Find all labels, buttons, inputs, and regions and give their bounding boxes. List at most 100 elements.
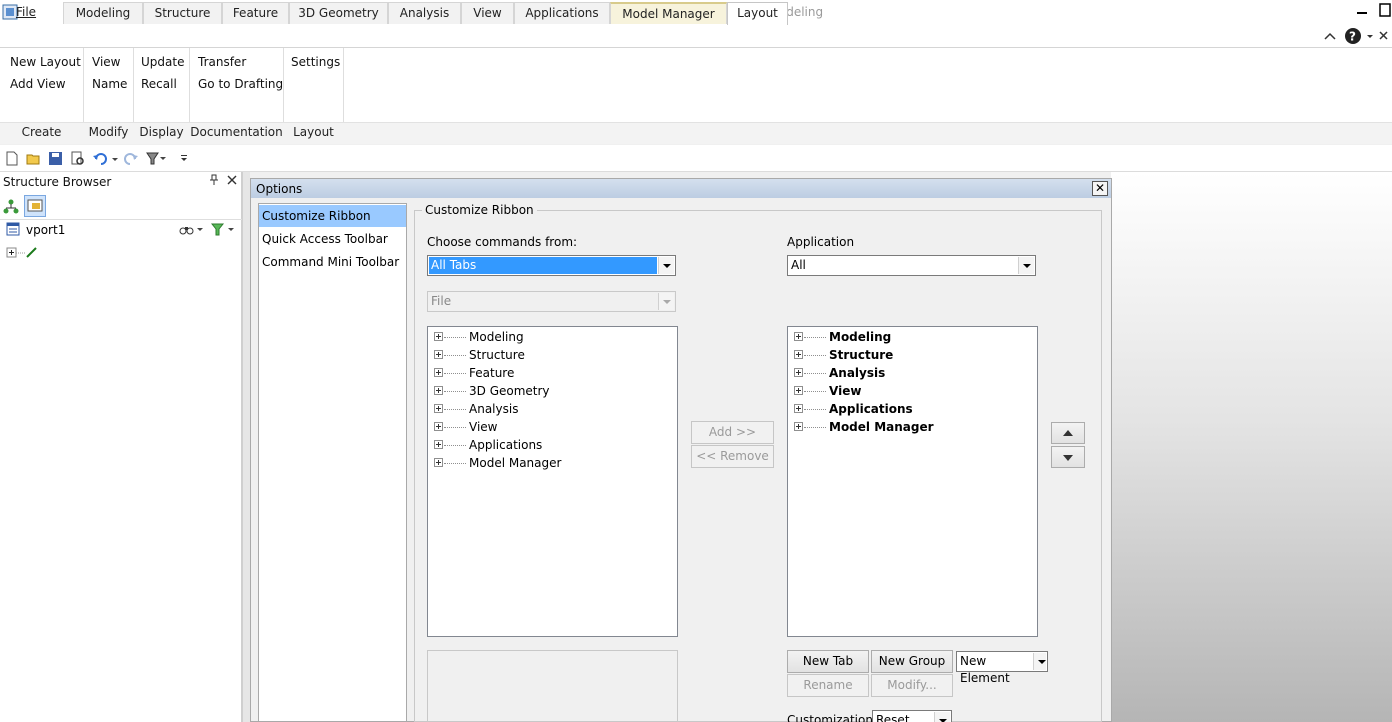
tab-structure[interactable]: Structure bbox=[143, 2, 222, 24]
modify-button[interactable]: Modify... bbox=[871, 674, 953, 697]
print-preview-icon[interactable] bbox=[70, 151, 85, 166]
dialog-close-button[interactable]: ✕ bbox=[1092, 181, 1108, 196]
tab-model-manager[interactable]: Model Manager bbox=[610, 2, 727, 24]
tab-applications[interactable]: Applications bbox=[514, 2, 610, 24]
new-layout-button[interactable]: New Layout bbox=[10, 55, 81, 69]
close-icon[interactable] bbox=[1379, 31, 1388, 40]
new-tab-button[interactable]: New Tab bbox=[787, 650, 869, 673]
new-element-select[interactable]: New Element bbox=[956, 651, 1048, 685]
expand-icon[interactable] bbox=[794, 422, 803, 431]
structure-browser-title: Structure Browser bbox=[3, 175, 112, 189]
expand-icon[interactable] bbox=[794, 404, 803, 413]
remove-button[interactable]: << Remove bbox=[691, 445, 774, 468]
find-icon[interactable] bbox=[178, 223, 206, 236]
tree-item-label: Structure bbox=[469, 348, 525, 362]
tree-item[interactable]: Modeling bbox=[434, 328, 664, 346]
tree-item[interactable]: Model Manager bbox=[794, 418, 1024, 436]
settings-button[interactable]: Settings bbox=[291, 55, 340, 69]
tree-item[interactable]: Structure bbox=[434, 346, 664, 364]
new-file-icon[interactable] bbox=[4, 151, 19, 166]
panel-splitter[interactable] bbox=[242, 172, 250, 722]
update-button[interactable]: Update bbox=[141, 55, 184, 69]
filter-icon[interactable] bbox=[211, 223, 237, 236]
recall-button[interactable]: Recall bbox=[141, 77, 177, 91]
tree-item[interactable]: View bbox=[794, 382, 1024, 400]
undo-icon[interactable] bbox=[92, 151, 107, 166]
tree-item[interactable]: Model Manager bbox=[434, 454, 664, 472]
tree-item[interactable]: Feature bbox=[434, 364, 664, 382]
chevron-down-icon[interactable] bbox=[658, 257, 674, 274]
name-button[interactable]: Name bbox=[92, 77, 127, 91]
new-group-button[interactable]: New Group bbox=[871, 650, 953, 673]
go-to-drafting-button[interactable]: Go to Drafting bbox=[198, 77, 283, 91]
open-folder-icon[interactable] bbox=[26, 151, 41, 166]
tree-view-icon[interactable] bbox=[3, 198, 20, 215]
tab-layout[interactable]: Layout bbox=[727, 2, 788, 25]
undo-dropdown-icon[interactable] bbox=[110, 151, 120, 166]
tree-item[interactable]: View bbox=[434, 418, 664, 436]
tab-filter-select: File bbox=[427, 291, 676, 312]
expand-icon[interactable] bbox=[434, 332, 443, 341]
nav-command-mini-toolbar[interactable]: Command Mini Toolbar bbox=[259, 251, 406, 273]
move-down-button[interactable] bbox=[1051, 446, 1085, 468]
tab-view[interactable]: View bbox=[461, 2, 514, 24]
expand-icon[interactable] bbox=[434, 440, 443, 449]
maximize-icon[interactable] bbox=[1378, 2, 1392, 18]
tree-item[interactable]: Analysis bbox=[794, 364, 1024, 382]
tree-item[interactable]: Analysis bbox=[434, 400, 664, 418]
add-view-button[interactable]: Add View bbox=[10, 77, 66, 91]
tab-file[interactable]: File bbox=[0, 2, 52, 24]
pin-icon[interactable] bbox=[208, 174, 220, 186]
dialog-title-bar[interactable] bbox=[251, 179, 1111, 198]
tree-item[interactable]: Applications bbox=[794, 400, 1024, 418]
tree-item[interactable]: 3D Geometry bbox=[434, 382, 664, 400]
expand-icon[interactable] bbox=[434, 386, 443, 395]
customizations-value: Reset bbox=[876, 713, 910, 722]
view-button[interactable]: View bbox=[92, 55, 120, 69]
tab-filter-value: File bbox=[431, 294, 452, 308]
tree-item[interactable]: Modeling bbox=[794, 328, 1024, 346]
choose-commands-label: Choose commands from: bbox=[427, 235, 578, 249]
expand-icon[interactable] bbox=[794, 368, 803, 377]
tab-analysis[interactable]: Analysis bbox=[388, 2, 461, 24]
tab-feature[interactable]: Feature bbox=[222, 2, 289, 24]
expand-icon[interactable] bbox=[794, 386, 803, 395]
transfer-button[interactable]: Transfer bbox=[198, 55, 246, 69]
expand-icon[interactable] bbox=[434, 404, 443, 413]
nav-customize-ribbon[interactable]: Customize Ribbon bbox=[259, 205, 406, 227]
customizations-select[interactable]: Reset bbox=[872, 710, 952, 722]
expand-icon[interactable] bbox=[434, 422, 443, 431]
minimize-icon[interactable] bbox=[1355, 3, 1371, 17]
tree-root-label[interactable]: vport1 bbox=[26, 223, 65, 237]
chevron-down-icon[interactable] bbox=[1367, 35, 1373, 38]
chevron-down-icon[interactable] bbox=[1018, 257, 1034, 274]
expand-node-icon[interactable] bbox=[6, 246, 40, 260]
tree-item[interactable]: Structure bbox=[794, 346, 1024, 364]
pane-view-icon[interactable] bbox=[24, 195, 46, 217]
close-icon[interactable] bbox=[226, 174, 238, 186]
save-icon[interactable] bbox=[48, 151, 63, 166]
application-select[interactable]: All bbox=[787, 255, 1036, 276]
tab-modeling[interactable]: Modeling bbox=[63, 2, 143, 24]
selection-filter-icon[interactable] bbox=[146, 151, 166, 166]
chevron-down-icon[interactable] bbox=[1033, 653, 1046, 670]
customize-qat-icon[interactable] bbox=[178, 151, 190, 166]
expand-icon[interactable] bbox=[434, 368, 443, 377]
redo-icon[interactable] bbox=[124, 151, 139, 166]
tree-item[interactable]: Applications bbox=[434, 436, 664, 454]
expand-icon[interactable] bbox=[434, 458, 443, 467]
rename-button[interactable]: Rename bbox=[787, 674, 869, 697]
add-button[interactable]: Add >> bbox=[691, 421, 774, 444]
nav-quick-access-toolbar[interactable]: Quick Access Toolbar bbox=[259, 228, 406, 250]
expand-icon[interactable] bbox=[434, 350, 443, 359]
move-up-button[interactable] bbox=[1051, 422, 1085, 444]
help-icon[interactable]: ? bbox=[1345, 28, 1361, 44]
chevron-up-icon[interactable] bbox=[1324, 32, 1336, 40]
chevron-down-icon[interactable] bbox=[934, 712, 950, 722]
expand-icon[interactable] bbox=[794, 350, 803, 359]
choose-commands-select[interactable]: All Tabs bbox=[427, 255, 676, 276]
graphics-viewport[interactable] bbox=[1111, 172, 1392, 722]
tab-3d-geometry[interactable]: 3D Geometry bbox=[289, 2, 388, 24]
expand-icon[interactable] bbox=[794, 332, 803, 341]
tree-item-label: View bbox=[469, 420, 498, 434]
